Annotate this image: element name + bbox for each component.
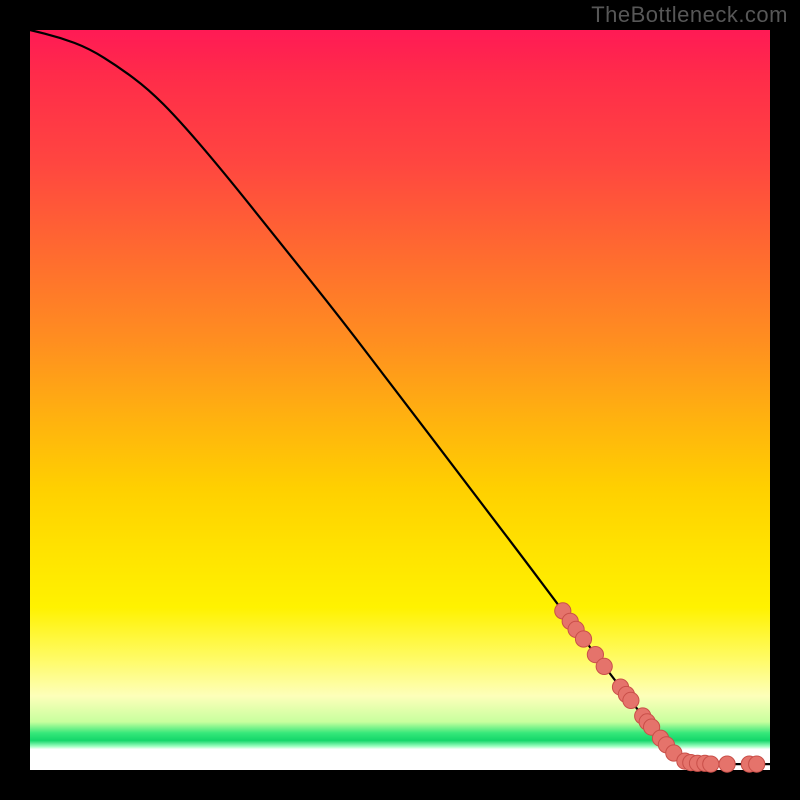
data-point — [575, 631, 591, 647]
chart-stage: TheBottleneck.com — [0, 0, 800, 800]
data-point — [719, 756, 735, 772]
chart-overlay — [30, 30, 770, 770]
data-point — [703, 756, 719, 772]
data-point — [749, 756, 765, 772]
bottleneck-curve — [30, 30, 770, 764]
plot-area — [30, 30, 770, 770]
data-point — [596, 658, 612, 674]
data-point — [623, 692, 639, 708]
data-markers — [555, 603, 765, 772]
watermark-text: TheBottleneck.com — [591, 2, 788, 28]
